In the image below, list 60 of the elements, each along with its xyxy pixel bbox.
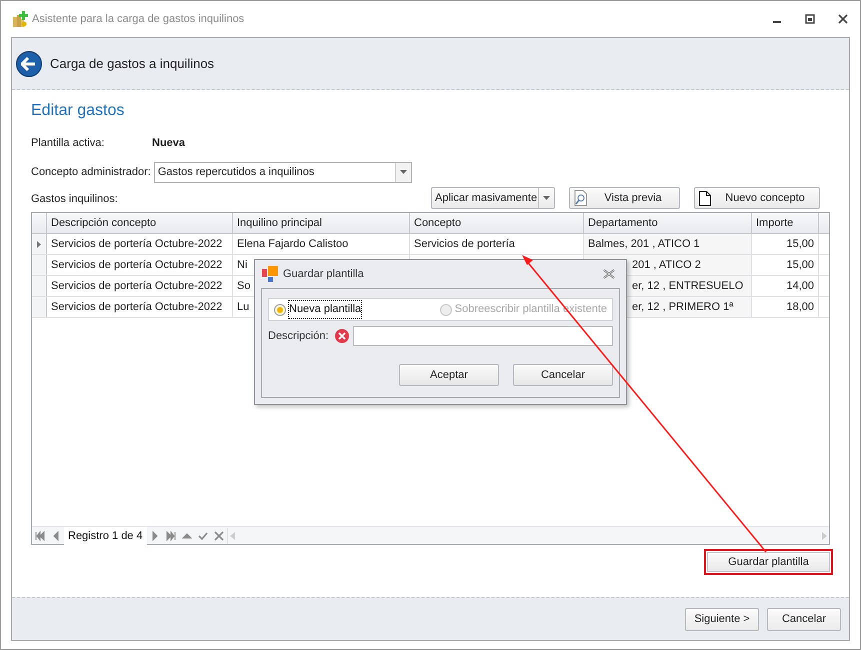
back-button[interactable] [16, 50, 42, 76]
restore-icon [804, 14, 814, 24]
last-record-icon [166, 530, 176, 540]
field-label: Concepto administrador: [31, 164, 151, 180]
page-header-title: Carga de gastos a inquilinos [50, 54, 214, 73]
table-cell: Servicios de portería Octubre-2022 [47, 276, 233, 296]
section-title: Editar gastos [31, 101, 126, 121]
footer-button[interactable]: Cancelar [767, 608, 841, 630]
table-cell: Servicios de portería Octubre-2022 [47, 297, 233, 317]
cross-mark-icon [338, 332, 346, 340]
description-field[interactable] [352, 326, 613, 346]
window-title: Asistente para la carga de gastos inquilinos [32, 12, 244, 27]
new-concept-button[interactable]: Nuevo concepto [694, 187, 820, 209]
minimize-icon [772, 21, 780, 23]
field-label: Descripción: [268, 328, 329, 344]
table-cell: Elena Fajardo Calistoo [233, 234, 410, 254]
first-record-icon [35, 530, 45, 540]
horizontal-scrollbar[interactable] [226, 528, 829, 544]
scroll-right-icon [822, 532, 827, 540]
app-icon [11, 10, 29, 28]
record-counter: Registro 1 de 4 [64, 526, 147, 544]
column-header[interactable]: Descripción concepto [47, 213, 233, 233]
preview-button[interactable]: Vista previa [569, 187, 680, 209]
radio-option[interactable]: Nueva plantilla [274, 301, 362, 318]
close-button[interactable] [602, 268, 616, 280]
footer-button[interactable]: Siguiente > [685, 608, 759, 630]
previous-record-icon [51, 530, 61, 540]
table-cell: 18,00 [752, 297, 819, 317]
close-icon [838, 14, 848, 24]
column-header[interactable]: Departamento [584, 213, 752, 233]
dialog-button[interactable]: Aceptar [399, 364, 499, 386]
scroll-left-icon [230, 532, 235, 540]
grid-label: Gastos inquilinos: [31, 192, 118, 206]
field-value: Nueva [152, 136, 186, 151]
back-arrow-icon [21, 56, 37, 70]
column-header[interactable]: Concepto [410, 213, 584, 233]
concept-dropdown[interactable]: Gastos repercutidos a inquilinos [154, 162, 412, 182]
bulk-apply-button[interactable]: Aplicar masivamente [431, 187, 555, 209]
confirm-icon [198, 530, 208, 540]
field-label: Plantilla activa: [31, 136, 106, 151]
caret-icon [543, 196, 550, 200]
column-header[interactable]: Importe [752, 213, 819, 233]
close-icon [603, 269, 615, 279]
table-cell: Servicios de portería Octubre-2022 [47, 255, 233, 275]
document-icon [699, 190, 711, 206]
table-cell: 15,00 [752, 255, 819, 275]
dialog-icon [262, 266, 278, 282]
dialog-button[interactable]: Cancelar [513, 364, 613, 386]
column-header[interactable]: Inquilino principal [233, 213, 410, 233]
cancel-edit-icon [214, 530, 224, 540]
table-cell: Servicios de portería Octubre-2022 [47, 234, 233, 254]
move-up-icon [182, 530, 192, 540]
table-cell: 14,00 [752, 276, 819, 296]
table-cell: Balmes, 201 , ATICO 1 [584, 234, 752, 254]
next-record-icon [150, 530, 160, 540]
row-header[interactable] [32, 234, 47, 254]
caret-icon [400, 170, 407, 174]
save-template-button[interactable]: Guardar plantilla [707, 552, 830, 572]
document-magnifier-icon [574, 190, 587, 206]
table-cell: 15,00 [752, 234, 819, 254]
